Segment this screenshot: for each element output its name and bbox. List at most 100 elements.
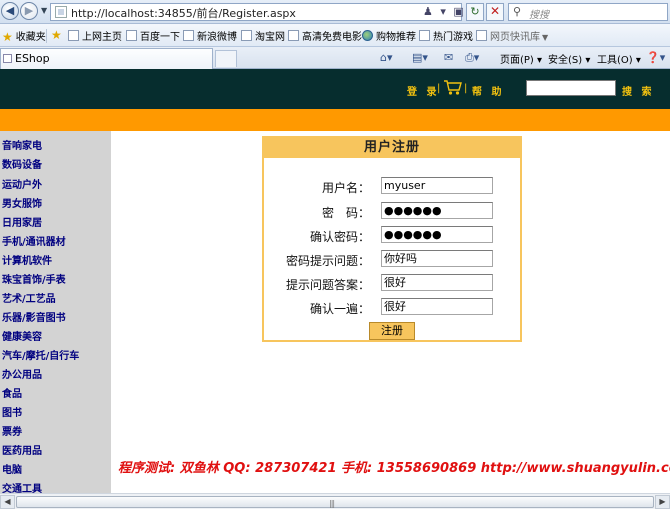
- url-field[interactable]: http://localhost:34855/前台/Register.aspx …: [50, 3, 464, 21]
- site-search-input[interactable]: [526, 80, 616, 96]
- category-link[interactable]: 食品: [2, 385, 22, 403]
- feeds-icon[interactable]: ▤▾: [412, 51, 428, 64]
- category-link[interactable]: 珠宝首饰/手表: [2, 271, 66, 289]
- tools-menu-label: 工具(O): [597, 55, 633, 66]
- category-link[interactable]: 医药用品: [2, 442, 42, 460]
- browser-search-input[interactable]: ⚲ 搜搜: [508, 3, 668, 21]
- login-link[interactable]: 登 录: [407, 83, 439, 98]
- fav-link-home[interactable]: 上网主页: [68, 28, 122, 43]
- favorites-button[interactable]: ★ 收藏夹: [2, 28, 46, 44]
- category-link[interactable]: 票券: [2, 423, 22, 441]
- category-link[interactable]: 计算机软件: [2, 252, 52, 270]
- page-menu-label: 页面(P): [500, 55, 534, 66]
- confirm-password-label: 确认密码：: [309, 230, 370, 244]
- category-link[interactable]: 数码设备: [2, 156, 42, 174]
- page-icon: [241, 30, 252, 41]
- tab-page-icon: [3, 54, 12, 63]
- hint-question-input[interactable]: 你好吗: [381, 250, 493, 267]
- confirm-answer-label: 确认一遍：: [309, 302, 370, 316]
- history-dropdown-icon[interactable]: ▼: [41, 6, 47, 15]
- fav-label: 百度一下: [140, 32, 180, 43]
- safety-menu[interactable]: 安全(S) ▾: [548, 51, 590, 66]
- password-input[interactable]: ●●●●●●: [381, 202, 493, 219]
- fav-label: 购物推荐: [376, 32, 416, 43]
- scroll-right-icon[interactable]: ▶: [655, 495, 670, 509]
- favorites-label: 收藏夹: [15, 32, 46, 43]
- tools-menu[interactable]: 工具(O) ▾: [597, 51, 641, 66]
- favorites-bar: ★ 收藏夹 ★ 上网主页 百度一下 新浪微博 淘宝网 高清免费电影 购物推荐 热门…: [0, 24, 670, 47]
- grip-icon: |||: [329, 499, 335, 508]
- register-button[interactable]: 注册: [369, 322, 415, 340]
- hint-answer-input[interactable]: 很好: [381, 274, 493, 291]
- favorites-star-icon: ★: [2, 30, 13, 44]
- print-icon[interactable]: ⎙▾: [465, 51, 479, 65]
- home-icon[interactable]: ⌂▾: [380, 51, 393, 64]
- page-icon: [288, 30, 299, 41]
- fav-link-shopping[interactable]: 购物推荐: [362, 28, 416, 43]
- category-link[interactable]: 健康美容: [2, 328, 42, 346]
- category-link[interactable]: 艺术/工艺品: [2, 290, 56, 308]
- category-link[interactable]: 乐器/影音图书: [2, 309, 66, 327]
- mail-icon[interactable]: ✉: [444, 51, 453, 64]
- page-favicon-icon: [55, 6, 67, 18]
- category-link[interactable]: 男女服饰: [2, 195, 42, 213]
- help-link[interactable]: 帮 助: [472, 83, 504, 98]
- header-separator: |: [464, 83, 468, 94]
- fav-label: 网页快讯库: [490, 32, 540, 43]
- page-icon: [126, 30, 137, 41]
- scroll-left-icon[interactable]: ◀: [0, 495, 15, 509]
- fav-label: 高清免费电影: [302, 32, 362, 43]
- help-icon[interactable]: ❓▾: [646, 51, 665, 64]
- search-placeholder: 搜搜: [529, 10, 549, 21]
- fav-link-games[interactable]: 热门游戏: [419, 28, 473, 43]
- password-label: 密 码：: [321, 206, 370, 220]
- scrollbar-thumb[interactable]: |||: [16, 496, 654, 508]
- category-link[interactable]: 音响家电: [2, 137, 42, 155]
- search-icon: ⚲: [513, 5, 522, 18]
- confirm-answer-input[interactable]: 很好: [381, 298, 493, 315]
- globe-icon: [362, 30, 373, 41]
- page-icon: [476, 30, 487, 41]
- back-button[interactable]: ◀: [1, 2, 19, 20]
- category-link[interactable]: 交通工具: [2, 480, 42, 493]
- tab-eshop[interactable]: EShop: [0, 48, 213, 69]
- category-link[interactable]: 图书: [2, 404, 22, 422]
- new-tab-button[interactable]: [215, 50, 237, 67]
- fav-link-movies[interactable]: 高清免费电影: [288, 28, 362, 43]
- site-header: 登 录 | | 帮 助 搜 索: [0, 69, 670, 109]
- divider: [46, 29, 47, 43]
- footer-note: 程序测试: 双鱼林 QQ: 287307421 手机: 13558690869 …: [118, 461, 670, 476]
- header-separator: |: [437, 83, 441, 94]
- category-link[interactable]: 运动户外: [2, 176, 42, 194]
- refresh-icon[interactable]: ↻: [466, 3, 484, 21]
- fav-label: 热门游戏: [433, 32, 473, 43]
- confirm-password-input[interactable]: ●●●●●●: [381, 226, 493, 243]
- category-link[interactable]: 电脑: [2, 461, 22, 479]
- fav-link-weibo[interactable]: 新浪微博: [183, 28, 237, 43]
- cart-icon[interactable]: [444, 79, 462, 96]
- fav-link-baidu[interactable]: 百度一下: [126, 28, 180, 43]
- page-menu[interactable]: 页面(P) ▾: [500, 51, 542, 66]
- tab-bar: EShop ⌂▾ ▤▾ ✉ ⎙▾ 页面(P) ▾ 安全(S) ▾ 工具(O) ▾…: [0, 47, 670, 69]
- stop-icon[interactable]: ✕: [486, 3, 504, 21]
- page-icon: [183, 30, 194, 41]
- fav-label: 上网主页: [82, 32, 122, 43]
- category-link[interactable]: 日用家居: [2, 214, 42, 232]
- category-link[interactable]: 手机/通讯器材: [2, 233, 66, 251]
- compatibility-icon[interactable]: ♟ ▾ ▣: [423, 5, 466, 18]
- category-link[interactable]: 办公用品: [2, 366, 42, 384]
- forward-button[interactable]: ▶: [20, 2, 38, 20]
- username-input[interactable]: myuser: [381, 177, 493, 194]
- add-favorite-icon[interactable]: ★: [51, 28, 65, 42]
- nav-band: [0, 109, 670, 131]
- username-label: 用户名：: [321, 181, 370, 195]
- url-text: http://localhost:34855/前台/Register.aspx: [71, 7, 296, 20]
- fav-link-webslices[interactable]: 网页快讯库 ▼: [476, 28, 548, 43]
- page-icon: [68, 30, 79, 41]
- horizontal-scrollbar[interactable]: ◀ ||| ▶: [0, 493, 670, 509]
- registration-form: 用户注册 用户名： myuser 密 码： ●●●●●● 确认密码： ●●●●●…: [262, 136, 522, 342]
- site-search-button[interactable]: 搜 索: [622, 83, 654, 98]
- address-bar: ◀ ▶ ▼ http://localhost:34855/前台/Register…: [0, 0, 670, 24]
- category-link[interactable]: 汽车/摩托/自行车: [2, 347, 79, 365]
- fav-link-taobao[interactable]: 淘宝网: [241, 28, 285, 43]
